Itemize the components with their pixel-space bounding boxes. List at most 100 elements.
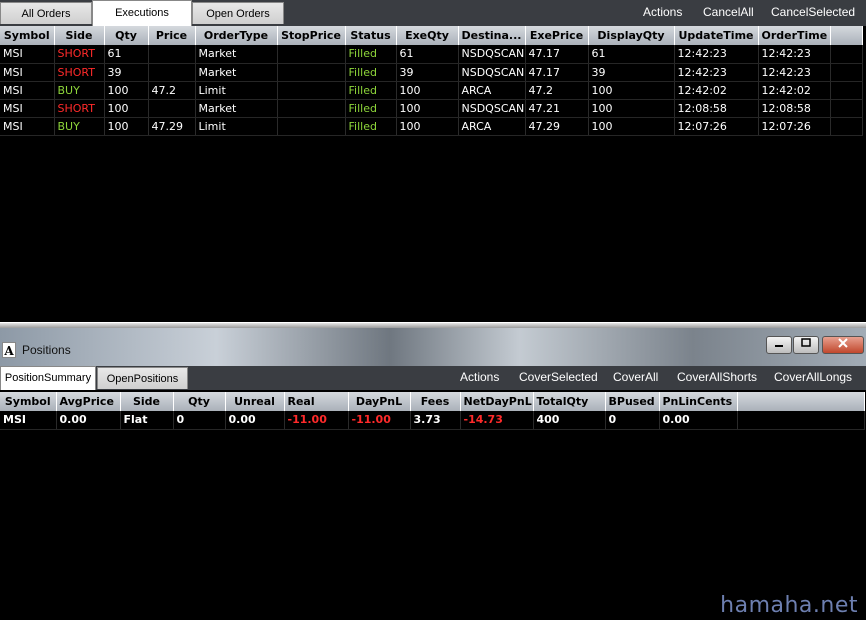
cell-side: BUY: [54, 81, 105, 100]
execution-row[interactable]: MSI BUY 100 47.29 Limit Filled 100 ARCA 47.29 100…: [0, 117, 863, 136]
orders-actions-menu[interactable]: Actions: [643, 5, 682, 19]
tab-all-orders[interactable]: All Orders: [0, 2, 92, 24]
cell-ordertime: 12:08:58: [758, 99, 831, 118]
tab-open-orders[interactable]: Open Orders: [192, 2, 284, 24]
cell-qty: 100: [104, 117, 149, 136]
cell-ordertime: 12:42:02: [758, 81, 831, 100]
cancel-selected-button[interactable]: CancelSelected: [771, 5, 855, 19]
column-header-displayqty[interactable]: DisplayQty: [588, 26, 675, 45]
minimize-icon[interactable]: [766, 336, 792, 354]
column-header-unreal[interactable]: Unreal: [225, 392, 285, 411]
column-header-bpused[interactable]: BPused: [605, 392, 660, 411]
column-header-avgprice[interactable]: AvgPrice: [56, 392, 121, 411]
column-header-side[interactable]: Side: [120, 392, 174, 411]
cell-status: Filled: [345, 81, 397, 100]
cell-price: [148, 45, 196, 64]
cell-qty: 39: [104, 63, 149, 82]
execution-row[interactable]: MSI BUY 100 47.2 Limit Filled 100 ARCA 47.2 100 12…: [0, 81, 863, 100]
cell-qty: 0: [173, 411, 226, 430]
column-header-symbol[interactable]: Symbol: [0, 392, 57, 411]
column-header-exeqty[interactable]: ExeQty: [396, 26, 459, 45]
column-header-price[interactable]: Price: [148, 26, 196, 45]
cell-side: SHORT: [54, 99, 105, 118]
cell-filler: [830, 99, 863, 118]
column-header-stopprice[interactable]: StopPrice: [277, 26, 346, 45]
cell-symbol: MSI: [0, 45, 55, 64]
cell-price: 47.2: [148, 81, 196, 100]
cell-filler: [830, 63, 863, 82]
column-header-destina[interactable]: Destina...: [458, 26, 526, 45]
column-header-status[interactable]: Status: [345, 26, 397, 45]
orders-tabbar: All Orders Executions Open Orders Action…: [0, 0, 866, 26]
cell-side: BUY: [54, 117, 105, 136]
tab-executions[interactable]: Executions: [92, 0, 192, 26]
cell-status: Filled: [345, 45, 397, 64]
column-header-ordertype[interactable]: OrderType: [195, 26, 278, 45]
position-row[interactable]: MSI 0.00 Flat 0 0.00 -11.00 -11.00 3.73 -14.73 40…: [0, 411, 865, 430]
cell-exeprice: 47.2: [525, 81, 589, 100]
cell-ordertime: 12:07:26: [758, 117, 831, 136]
column-header-pnlincents[interactable]: PnLinCents: [659, 392, 738, 411]
cover-all-button[interactable]: CoverAll: [613, 370, 658, 384]
cell-updatetime: 12:42:23: [674, 45, 759, 64]
cell-qty: 100: [104, 99, 149, 118]
cell-exeprice: 47.17: [525, 45, 589, 64]
column-header-side[interactable]: Side: [54, 26, 105, 45]
column-header-totalqty[interactable]: TotalQty: [533, 392, 606, 411]
cancel-all-button[interactable]: CancelAll: [703, 5, 754, 19]
execution-row[interactable]: MSI SHORT 39 Market Filled 39 NSDQSCAN 47.17 39 1…: [0, 63, 863, 82]
window-title: Positions: [22, 343, 71, 357]
column-header-updatetime[interactable]: UpdateTime: [674, 26, 759, 45]
cell-destina: ARCA: [458, 117, 526, 136]
cell-filler: [737, 411, 865, 430]
cell-ordertype: Market: [195, 63, 278, 82]
maximize-icon[interactable]: [793, 336, 819, 354]
executions-table: Symbol Side Qty Price OrderType StopPrice Stat…: [0, 26, 863, 136]
column-header-symbol[interactable]: Symbol: [0, 26, 55, 45]
column-header-qty[interactable]: Qty: [104, 26, 149, 45]
cell-filler: [830, 117, 863, 136]
cell-symbol: MSI: [0, 99, 55, 118]
column-header-daypnl[interactable]: DayPnL: [348, 392, 411, 411]
cell-ordertype: Limit: [195, 117, 278, 136]
column-header-ordertime[interactable]: OrderTime: [758, 26, 831, 45]
cover-selected-button[interactable]: CoverSelected: [519, 370, 598, 384]
cell-displayqty: 61: [588, 45, 675, 64]
column-header-exeprice[interactable]: ExePrice: [525, 26, 589, 45]
cell-destina: NSDQSCAN: [458, 45, 526, 64]
tab-open-positions[interactable]: OpenPositions: [97, 367, 188, 389]
cell-displayqty: 39: [588, 63, 675, 82]
cell-ordertime: 12:42:23: [758, 45, 831, 64]
cell-exeqty: 100: [396, 81, 459, 100]
cell-bpused: 0: [605, 411, 660, 430]
column-header-filler: [737, 392, 865, 411]
cell-symbol: MSI: [0, 117, 55, 136]
positions-actions-menu[interactable]: Actions: [460, 370, 499, 384]
cell-ordertime: 12:42:23: [758, 63, 831, 82]
cover-all-longs-button[interactable]: CoverAllLongs: [774, 370, 852, 384]
execution-row[interactable]: MSI SHORT 61 Market Filled 61 NSDQSCAN 47.17 61 1…: [0, 45, 863, 64]
cover-all-shorts-button[interactable]: CoverAllShorts: [677, 370, 757, 384]
cell-ordertype: Limit: [195, 81, 278, 100]
cell-symbol: MSI: [0, 63, 55, 82]
positions-header-row: Symbol AvgPrice Side Qty Unreal Real DayPnL Fee…: [0, 392, 865, 411]
cell-destina: NSDQSCAN: [458, 63, 526, 82]
close-icon[interactable]: [822, 336, 864, 354]
cell-status: Filled: [345, 63, 397, 82]
cell-stopprice: [277, 99, 346, 118]
tab-position-summary[interactable]: PositionSummary: [0, 366, 96, 390]
cell-ordertype: Market: [195, 45, 278, 64]
close-glyph: [838, 338, 848, 348]
cell-updatetime: 12:07:26: [674, 117, 759, 136]
cell-status: Filled: [345, 99, 397, 118]
positions-titlebar[interactable]: A Positions: [0, 328, 866, 366]
cell-qty: 61: [104, 45, 149, 64]
execution-row[interactable]: MSI SHORT 100 Market Filled 100 NSDQSCAN 47.21 1…: [0, 99, 863, 118]
cell-destina: ARCA: [458, 81, 526, 100]
cell-exeqty: 61: [396, 45, 459, 64]
column-header-fees[interactable]: Fees: [410, 392, 461, 411]
column-header-qty[interactable]: Qty: [173, 392, 226, 411]
column-header-real[interactable]: Real: [284, 392, 349, 411]
column-header-netdaypnl[interactable]: NetDayPnL: [460, 392, 534, 411]
cell-updatetime: 12:42:23: [674, 63, 759, 82]
